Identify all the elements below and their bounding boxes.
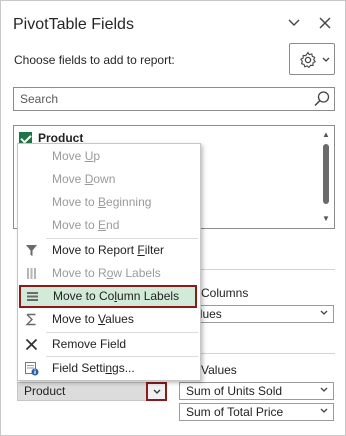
chevron-down-icon (153, 389, 161, 394)
rows-field-label: Product (24, 384, 66, 398)
search-icon[interactable] (313, 90, 331, 111)
menu-item-remove-field[interactable]: Remove Field (18, 333, 200, 356)
chevron-down-icon (320, 408, 328, 413)
chevron-down-icon (320, 310, 328, 315)
values-field-total-price[interactable]: Sum of Total Price (179, 403, 334, 421)
rows-icon (24, 266, 39, 281)
menu-item-move-to-values[interactable]: Move to Values (18, 308, 200, 331)
scroll-down-icon[interactable]: ▼ (321, 214, 331, 224)
rows-field-dropdown-button[interactable] (146, 382, 167, 401)
sigma-icon (24, 312, 39, 327)
menu-item-move-to-column-labels[interactable]: Move to Column Labels (19, 285, 197, 308)
chevron-down-icon (322, 57, 330, 62)
values-field-units-sold[interactable]: Sum of Units Sold (179, 382, 334, 400)
search-input[interactable] (14, 88, 304, 110)
values-area-label: Values (201, 363, 237, 377)
pane-title: PivotTable Fields (13, 16, 134, 33)
menu-item-move-to-end[interactable]: Move to End (18, 214, 200, 237)
gear-icon (300, 51, 317, 69)
scroll-thumb[interactable] (323, 144, 329, 204)
columns-icon (25, 289, 40, 304)
area-divider (179, 269, 335, 270)
remove-icon (24, 337, 39, 352)
columns-area-label: Columns (201, 286, 249, 300)
values-field-label: Sum of Total Price (186, 405, 284, 419)
tools-button[interactable] (289, 43, 335, 75)
field-list-scrollbar[interactable]: ▲ ▼ (318, 126, 334, 228)
columns-field-values[interactable]: Values (179, 305, 334, 323)
pivot-fields-pane: PivotTable Fields Choose fields to add t… (0, 0, 346, 436)
menu-item-move-to-report-filter[interactable]: Move to Report Filter (18, 239, 200, 262)
rows-field-product[interactable]: Product (17, 382, 167, 401)
menu-item-move-down[interactable]: Move Down (18, 168, 200, 191)
scroll-up-icon[interactable]: ▲ (321, 130, 331, 140)
field-context-menu: Move Up Move Down Move to Beginning Move… (17, 143, 201, 381)
field-settings-icon (24, 361, 39, 376)
menu-item-move-up[interactable]: Move Up (18, 145, 200, 168)
search-box[interactable] (13, 87, 335, 111)
choose-fields-label: Choose fields to add to report: (14, 53, 175, 67)
chevron-down-icon[interactable] (284, 15, 304, 35)
menu-item-field-settings[interactable]: Field Settings... (18, 357, 200, 380)
values-field-label: Sum of Units Sold (186, 384, 283, 398)
menu-item-move-to-beginning[interactable]: Move to Beginning (18, 191, 200, 214)
menu-item-move-to-row-labels[interactable]: Move to Row Labels (18, 262, 200, 285)
filter-icon (24, 243, 39, 258)
chevron-down-icon (320, 387, 328, 392)
close-icon[interactable] (315, 15, 335, 35)
area-divider (179, 353, 335, 354)
